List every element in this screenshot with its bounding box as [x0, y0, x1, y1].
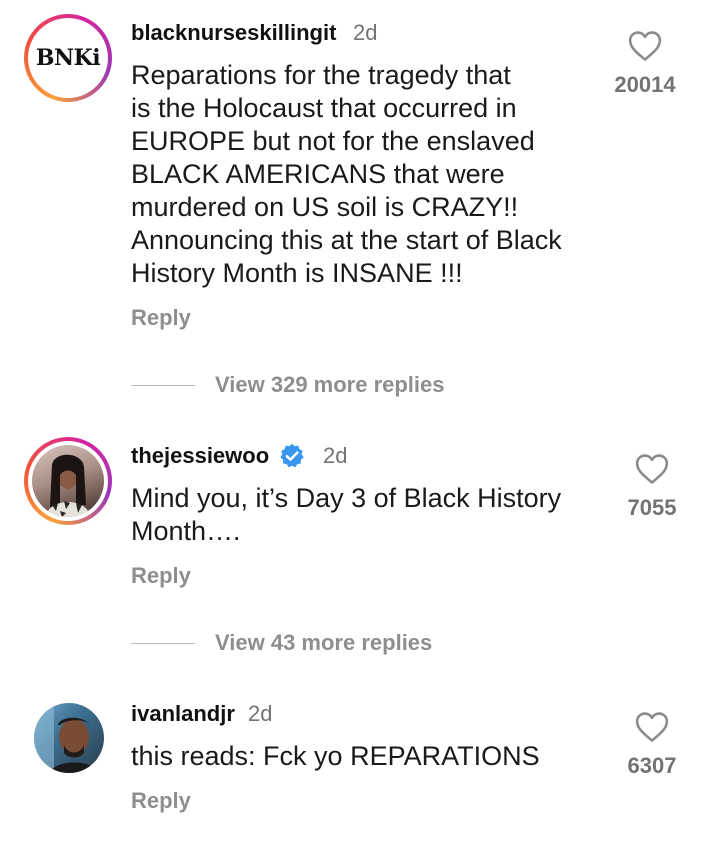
view-replies-label: View 329 more replies [215, 372, 445, 397]
view-replies-label: View 43 more replies [215, 630, 433, 655]
comment-text: Reparations for the tragedy that is the … [131, 60, 562, 288]
like-count: 7055 [627, 495, 677, 520]
comment-timestamp: 2d [353, 20, 378, 45]
profile-photo-avatar[interactable] [34, 703, 104, 773]
comment-text: Mind you, it’s Day 3 of Black History Mo… [131, 483, 562, 546]
heart-icon[interactable] [635, 711, 669, 743]
comment-timestamp: 2d [323, 443, 348, 468]
story-ring[interactable]: BNKi [24, 14, 112, 102]
story-ring[interactable] [24, 437, 112, 525]
divider-line [131, 642, 195, 644]
divider-line [131, 384, 195, 386]
like-section: 7055 [612, 453, 692, 521]
comment-username[interactable]: blacknurseskillingit [131, 20, 336, 46]
reply-button[interactable]: Reply [131, 788, 191, 814]
like-section: 20014 [605, 30, 685, 98]
comment-item: BNKi blacknurseskillingit 2d Reparations… [0, 0, 720, 410]
heart-icon[interactable] [635, 453, 669, 485]
avatar-logo-text: BNKi [35, 45, 101, 71]
comment-timestamp: 2d [248, 701, 273, 726]
reply-button[interactable]: Reply [131, 305, 191, 331]
profile-photo-avatar [32, 445, 104, 517]
comment-text: this reads: Fck yo REPARATIONS [131, 741, 540, 771]
reply-button[interactable]: Reply [131, 563, 191, 589]
like-count: 6307 [627, 753, 677, 778]
view-replies-button[interactable]: View 329 more replies [131, 372, 445, 398]
heart-icon[interactable] [628, 30, 662, 62]
bnki-logo-avatar: BNKi [32, 22, 104, 94]
comment-username[interactable]: ivanlandjr [131, 701, 235, 727]
comment-username[interactable]: thejessiewoo [131, 443, 269, 469]
view-replies-button[interactable]: View 43 more replies [131, 630, 432, 656]
verified-badge-icon [280, 443, 304, 468]
like-section: 6307 [612, 711, 692, 779]
like-count: 20014 [614, 72, 676, 97]
